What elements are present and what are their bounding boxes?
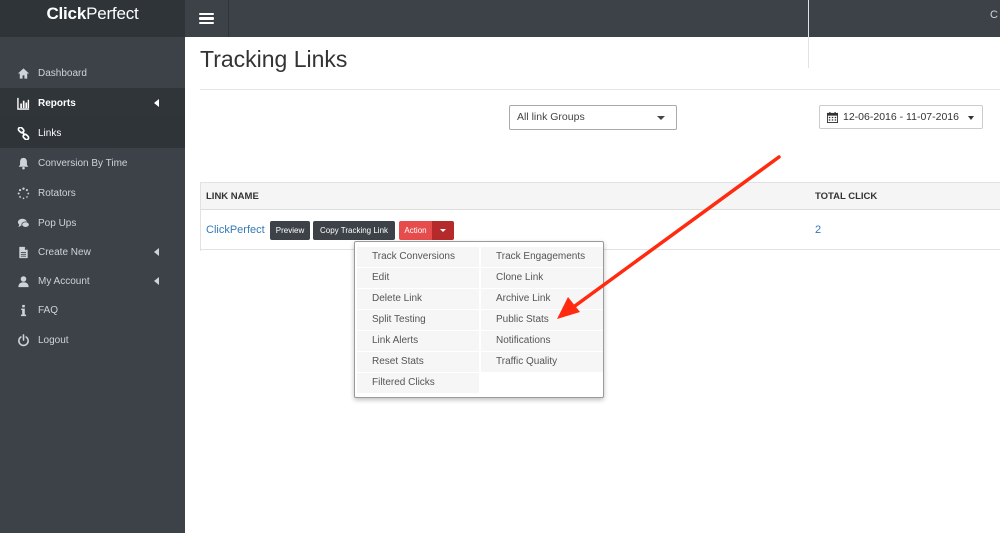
menu-item-traffic-quality[interactable]: Traffic Quality <box>481 352 603 372</box>
menu-toggle-button[interactable] <box>185 0 229 37</box>
file-icon <box>16 245 30 259</box>
spinner-icon <box>16 186 30 200</box>
logo[interactable]: ClickPerfect <box>0 0 185 37</box>
menu-item-delete-link[interactable]: Delete Link <box>357 289 479 309</box>
total-click-value[interactable]: 2 <box>815 224 821 236</box>
action-menu: Track Conversions Edit Delete Link Split… <box>354 241 604 398</box>
calendar-icon <box>827 111 838 123</box>
sidebar-item-reports[interactable]: Reports <box>0 88 185 118</box>
power-icon <box>16 333 30 347</box>
menu-item-public-stats[interactable]: Public Stats <box>481 310 603 330</box>
sidebar-item-links[interactable]: Links <box>0 118 185 148</box>
caret-left-icon <box>154 277 159 285</box>
caret-left-icon <box>154 99 159 107</box>
sidebar-item-label: FAQ <box>38 304 59 316</box>
sidebar-item-label: Reports <box>38 97 76 109</box>
sidebar-item-dashboard[interactable]: Dashboard <box>0 58 185 88</box>
info-icon <box>16 303 30 317</box>
column-header-link-name: LINK NAME <box>206 191 259 202</box>
logo-bold-text: Click <box>46 4 87 23</box>
link-icon <box>16 126 30 140</box>
sidebar-item-label: Create New <box>38 246 91 258</box>
sidebar-item-label: Links <box>38 127 62 139</box>
sidebar-item-create-new[interactable]: Create New <box>0 237 185 267</box>
sidebar-item-my-account[interactable]: My Account <box>0 266 185 296</box>
preview-button[interactable]: Preview <box>270 221 310 240</box>
hamburger-icon <box>199 12 214 25</box>
sidebar-item-pop-ups[interactable]: Pop Ups <box>0 208 185 238</box>
divider <box>200 89 1000 90</box>
sidebar-item-label: Dashboard <box>38 67 87 79</box>
caret-left-icon <box>154 248 159 256</box>
copy-tracking-link-button[interactable]: Copy Tracking Link <box>313 221 395 240</box>
menu-item-track-conversions[interactable]: Track Conversions <box>357 247 479 267</box>
bar-chart-icon <box>16 96 30 110</box>
bell-icon <box>16 156 30 170</box>
chevron-down-icon <box>657 116 665 120</box>
home-icon <box>16 66 30 80</box>
page-title: Tracking Links <box>200 46 348 72</box>
link-group-select-value: All link Groups <box>517 111 585 123</box>
sidebar: Dashboard Reports Links Conversion By Ti… <box>0 37 185 533</box>
app-window: ClickPerfect C Dashboard Reports Links C… <box>0 0 1000 533</box>
logo-text: Perfect <box>86 4 139 23</box>
table-border <box>200 182 201 251</box>
sidebar-item-label: Pop Ups <box>38 217 77 229</box>
link-name[interactable]: ClickPerfect <box>206 224 265 236</box>
menu-item-notifications[interactable]: Notifications <box>481 331 603 351</box>
menu-item-filtered-clicks[interactable]: Filtered Clicks <box>357 373 479 393</box>
action-button[interactable]: Action <box>399 221 432 240</box>
sidebar-item-label: Conversion By Time <box>38 157 128 169</box>
date-range-value: 12-06-2016 - 11-07-2016 <box>843 111 959 123</box>
column-divider <box>808 0 809 68</box>
menu-item-archive-link[interactable]: Archive Link <box>481 289 603 309</box>
user-menu[interactable]: C <box>990 9 998 21</box>
menu-item-edit[interactable]: Edit <box>357 268 479 288</box>
menu-item-link-alerts[interactable]: Link Alerts <box>357 331 479 351</box>
menu-item-track-engagements[interactable]: Track Engagements <box>481 247 603 267</box>
caret-down-icon <box>968 116 974 120</box>
sidebar-item-rotators[interactable]: Rotators <box>0 178 185 208</box>
user-icon <box>16 274 30 288</box>
date-range-picker[interactable]: 12-06-2016 - 11-07-2016 <box>819 105 983 129</box>
action-dropdown-toggle[interactable] <box>432 221 454 240</box>
sidebar-item-logout[interactable]: Logout <box>0 325 185 355</box>
caret-down-icon <box>440 229 446 232</box>
sidebar-item-label: Rotators <box>38 187 76 199</box>
sidebar-item-conversion-by-time[interactable]: Conversion By Time <box>0 148 185 178</box>
menu-item-reset-stats[interactable]: Reset Stats <box>357 352 479 372</box>
menu-item-split-testing[interactable]: Split Testing <box>357 310 479 330</box>
table-header: LINK NAME TOTAL CLICK <box>200 182 1000 210</box>
link-group-select[interactable]: All link Groups <box>509 105 677 130</box>
sidebar-item-label: My Account <box>38 275 90 287</box>
column-header-total-click: TOTAL CLICK <box>815 191 878 202</box>
sidebar-item-faq[interactable]: FAQ <box>0 295 185 325</box>
comments-icon <box>16 216 30 230</box>
menu-item-clone-link[interactable]: Clone Link <box>481 268 603 288</box>
top-bar: ClickPerfect C <box>0 0 1000 37</box>
sidebar-item-label: Logout <box>38 334 69 346</box>
